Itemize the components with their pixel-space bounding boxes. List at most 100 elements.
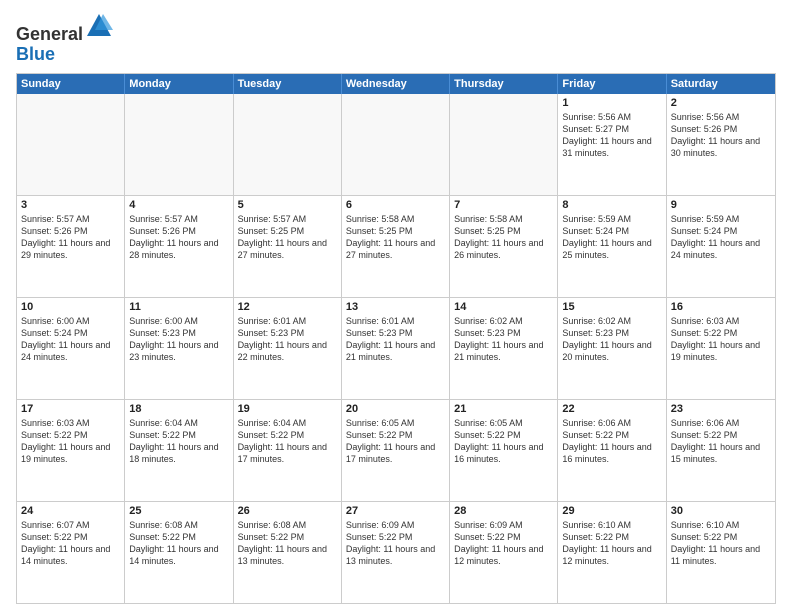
- calendar-cell: 10 Sunrise: 6:00 AM Sunset: 5:24 PM Dayli…: [17, 298, 125, 399]
- logo-icon: [85, 12, 113, 40]
- calendar-cell: 13 Sunrise: 6:01 AM Sunset: 5:23 PM Dayli…: [342, 298, 450, 399]
- day-number: 18: [129, 403, 228, 415]
- day-number: 13: [346, 301, 445, 313]
- cell-info: Sunrise: 6:05 AM Sunset: 5:22 PM Dayligh…: [454, 417, 553, 466]
- day-number: 10: [21, 301, 120, 313]
- weekday-header: Saturday: [667, 74, 775, 94]
- calendar-cell: 3 Sunrise: 5:57 AM Sunset: 5:26 PM Daylig…: [17, 196, 125, 297]
- day-number: 11: [129, 301, 228, 313]
- day-number: 12: [238, 301, 337, 313]
- calendar-cell: 6 Sunrise: 5:58 AM Sunset: 5:25 PM Daylig…: [342, 196, 450, 297]
- calendar: SundayMondayTuesdayWednesdayThursdayFrid…: [16, 73, 776, 604]
- day-number: 21: [454, 403, 553, 415]
- cell-info: Sunrise: 6:00 AM Sunset: 5:24 PM Dayligh…: [21, 315, 120, 364]
- calendar-cell: 19 Sunrise: 6:04 AM Sunset: 5:22 PM Dayli…: [234, 400, 342, 501]
- weekday-header: Thursday: [450, 74, 558, 94]
- cell-info: Sunrise: 6:03 AM Sunset: 5:22 PM Dayligh…: [21, 417, 120, 466]
- cell-info: Sunrise: 6:08 AM Sunset: 5:22 PM Dayligh…: [238, 519, 337, 568]
- calendar-cell: 18 Sunrise: 6:04 AM Sunset: 5:22 PM Dayli…: [125, 400, 233, 501]
- cell-info: Sunrise: 6:10 AM Sunset: 5:22 PM Dayligh…: [562, 519, 661, 568]
- day-number: 16: [671, 301, 771, 313]
- weekday-header: Sunday: [17, 74, 125, 94]
- day-number: 26: [238, 505, 337, 517]
- cell-info: Sunrise: 5:57 AM Sunset: 5:26 PM Dayligh…: [129, 213, 228, 262]
- calendar-cell: 28 Sunrise: 6:09 AM Sunset: 5:22 PM Dayli…: [450, 502, 558, 603]
- page: General Blue SundayMondayTuesdayWednesda…: [0, 0, 792, 612]
- header: General Blue: [16, 12, 776, 65]
- calendar-cell: 20Sunrise: 6:05 AM Sunset: 5:22 PM Dayli…: [342, 400, 450, 501]
- calendar-cell: 4 Sunrise: 5:57 AM Sunset: 5:26 PM Daylig…: [125, 196, 233, 297]
- day-number: 1: [562, 97, 661, 109]
- cell-info: Sunrise: 5:59 AM Sunset: 5:24 PM Dayligh…: [562, 213, 661, 262]
- calendar-cell: 2 Sunrise: 5:56 AM Sunset: 5:26 PM Daylig…: [667, 94, 775, 195]
- logo-blue: Blue: [16, 44, 55, 64]
- day-number: 6: [346, 199, 445, 211]
- cell-info: Sunrise: 5:57 AM Sunset: 5:26 PM Dayligh…: [21, 213, 120, 262]
- calendar-cell: [342, 94, 450, 195]
- day-number: 22: [562, 403, 661, 415]
- day-number: 25: [129, 505, 228, 517]
- calendar-cell: 15 Sunrise: 6:02 AM Sunset: 5:23 PM Dayli…: [558, 298, 666, 399]
- day-number: 24: [21, 505, 120, 517]
- calendar-row: 17 Sunrise: 6:03 AM Sunset: 5:22 PM Dayli…: [17, 399, 775, 501]
- calendar-row: 3 Sunrise: 5:57 AM Sunset: 5:26 PM Daylig…: [17, 195, 775, 297]
- day-number: 7: [454, 199, 553, 211]
- day-number: 9: [671, 199, 771, 211]
- cell-info: Sunrise: 5:56 AM Sunset: 5:27 PM Dayligh…: [562, 111, 661, 160]
- cell-info: Sunrise: 5:58 AM Sunset: 5:25 PM Dayligh…: [346, 213, 445, 262]
- day-number: 29: [562, 505, 661, 517]
- cell-info: Sunrise: 6:09 AM Sunset: 5:22 PM Dayligh…: [454, 519, 553, 568]
- day-number: 4: [129, 199, 228, 211]
- day-number: 3: [21, 199, 120, 211]
- calendar-cell: 14 Sunrise: 6:02 AM Sunset: 5:23 PM Dayli…: [450, 298, 558, 399]
- day-number: 2: [671, 97, 771, 109]
- cell-info: Sunrise: 6:03 AM Sunset: 5:22 PM Dayligh…: [671, 315, 771, 364]
- cell-info: Sunrise: 5:56 AM Sunset: 5:26 PM Dayligh…: [671, 111, 771, 160]
- day-number: 14: [454, 301, 553, 313]
- day-number: 5: [238, 199, 337, 211]
- calendar-cell: 22Sunrise: 6:06 AM Sunset: 5:22 PM Dayli…: [558, 400, 666, 501]
- day-number: 15: [562, 301, 661, 313]
- calendar-cell: 9 Sunrise: 5:59 AM Sunset: 5:24 PM Daylig…: [667, 196, 775, 297]
- logo-general: General: [16, 24, 83, 44]
- calendar-cell: 1 Sunrise: 5:56 AM Sunset: 5:27 PM Daylig…: [558, 94, 666, 195]
- calendar-cell: 25Sunrise: 6:08 AM Sunset: 5:22 PM Dayli…: [125, 502, 233, 603]
- calendar-cell: 30 Sunrise: 6:10 AM Sunset: 5:22 PM Dayli…: [667, 502, 775, 603]
- calendar-header: SundayMondayTuesdayWednesdayThursdayFrid…: [17, 74, 775, 94]
- calendar-cell: 23Sunrise: 6:06 AM Sunset: 5:22 PM Dayli…: [667, 400, 775, 501]
- day-number: 23: [671, 403, 771, 415]
- cell-info: Sunrise: 6:01 AM Sunset: 5:23 PM Dayligh…: [238, 315, 337, 364]
- calendar-cell: 27Sunrise: 6:09 AM Sunset: 5:22 PM Dayli…: [342, 502, 450, 603]
- cell-info: Sunrise: 6:04 AM Sunset: 5:22 PM Dayligh…: [129, 417, 228, 466]
- cell-info: Sunrise: 6:00 AM Sunset: 5:23 PM Dayligh…: [129, 315, 228, 364]
- cell-info: Sunrise: 6:01 AM Sunset: 5:23 PM Dayligh…: [346, 315, 445, 364]
- cell-info: Sunrise: 5:59 AM Sunset: 5:24 PM Dayligh…: [671, 213, 771, 262]
- cell-info: Sunrise: 6:09 AM Sunset: 5:22 PM Dayligh…: [346, 519, 445, 568]
- calendar-cell: 7Sunrise: 5:58 AM Sunset: 5:25 PM Daylig…: [450, 196, 558, 297]
- cell-info: Sunrise: 6:02 AM Sunset: 5:23 PM Dayligh…: [454, 315, 553, 364]
- cell-info: Sunrise: 6:07 AM Sunset: 5:22 PM Dayligh…: [21, 519, 120, 568]
- calendar-cell: 5Sunrise: 5:57 AM Sunset: 5:25 PM Daylig…: [234, 196, 342, 297]
- day-number: 30: [671, 505, 771, 517]
- calendar-cell: [125, 94, 233, 195]
- logo: General Blue: [16, 12, 113, 65]
- calendar-cell: 16 Sunrise: 6:03 AM Sunset: 5:22 PM Dayli…: [667, 298, 775, 399]
- cell-info: Sunrise: 6:04 AM Sunset: 5:22 PM Dayligh…: [238, 417, 337, 466]
- calendar-cell: 8Sunrise: 5:59 AM Sunset: 5:24 PM Daylig…: [558, 196, 666, 297]
- calendar-row: 1 Sunrise: 5:56 AM Sunset: 5:27 PM Daylig…: [17, 94, 775, 195]
- calendar-cell: 17 Sunrise: 6:03 AM Sunset: 5:22 PM Dayli…: [17, 400, 125, 501]
- day-number: 28: [454, 505, 553, 517]
- calendar-cell: 21 Sunrise: 6:05 AM Sunset: 5:22 PM Dayli…: [450, 400, 558, 501]
- weekday-header: Friday: [558, 74, 666, 94]
- day-number: 17: [21, 403, 120, 415]
- logo-text: General Blue: [16, 12, 113, 65]
- calendar-cell: 12 Sunrise: 6:01 AM Sunset: 5:23 PM Dayli…: [234, 298, 342, 399]
- cell-info: Sunrise: 6:02 AM Sunset: 5:23 PM Dayligh…: [562, 315, 661, 364]
- calendar-cell: 24 Sunrise: 6:07 AM Sunset: 5:22 PM Dayli…: [17, 502, 125, 603]
- calendar-cell: [17, 94, 125, 195]
- calendar-body: 1 Sunrise: 5:56 AM Sunset: 5:27 PM Daylig…: [17, 94, 775, 603]
- weekday-header: Tuesday: [234, 74, 342, 94]
- day-number: 20: [346, 403, 445, 415]
- cell-info: Sunrise: 6:10 AM Sunset: 5:22 PM Dayligh…: [671, 519, 771, 568]
- day-number: 19: [238, 403, 337, 415]
